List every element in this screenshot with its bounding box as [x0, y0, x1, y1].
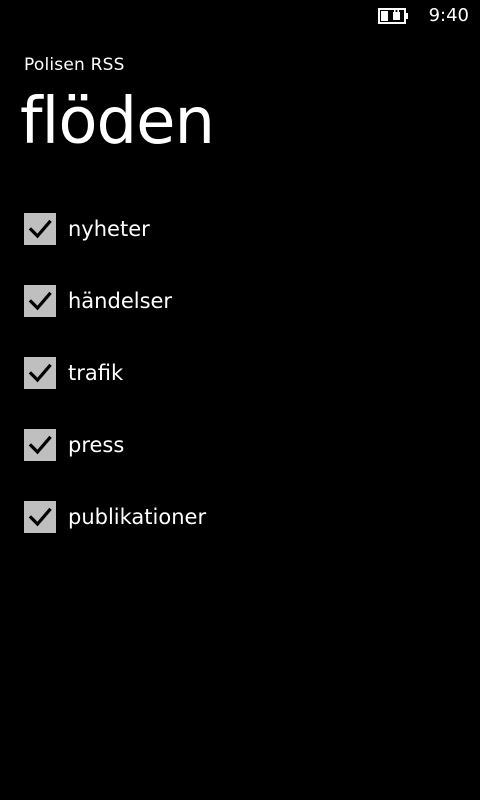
feed-checkbox-nyheter[interactable]: nyheter	[0, 196, 480, 268]
status-bar: 9:40	[0, 0, 480, 32]
checkbox[interactable]	[24, 285, 56, 317]
feed-list: nyheter händelser trafik press publikati…	[0, 196, 480, 556]
feed-checkbox-press[interactable]: press	[0, 412, 480, 484]
checkmark-icon	[28, 291, 52, 311]
status-clock: 9:40	[428, 5, 469, 26]
checkbox[interactable]	[24, 501, 56, 533]
feed-label: händelser	[68, 289, 173, 313]
battery-charging-icon	[378, 7, 410, 25]
feed-label: press	[68, 433, 125, 457]
checkmark-icon	[28, 219, 52, 239]
feed-checkbox-handelser[interactable]: händelser	[0, 268, 480, 340]
checkbox[interactable]	[24, 429, 56, 461]
app-title: Polisen RSS	[24, 55, 125, 75]
checkmark-icon	[28, 363, 52, 383]
page-title: flöden	[20, 85, 215, 159]
feed-checkbox-trafik[interactable]: trafik	[0, 340, 480, 412]
feed-checkbox-publikationer[interactable]: publikationer	[0, 484, 480, 556]
feed-label: nyheter	[68, 217, 150, 241]
feed-label: publikationer	[68, 505, 207, 529]
checkmark-icon	[28, 435, 52, 455]
checkbox[interactable]	[24, 213, 56, 245]
checkbox[interactable]	[24, 357, 56, 389]
checkmark-icon	[28, 507, 52, 527]
feed-label: trafik	[68, 361, 124, 385]
